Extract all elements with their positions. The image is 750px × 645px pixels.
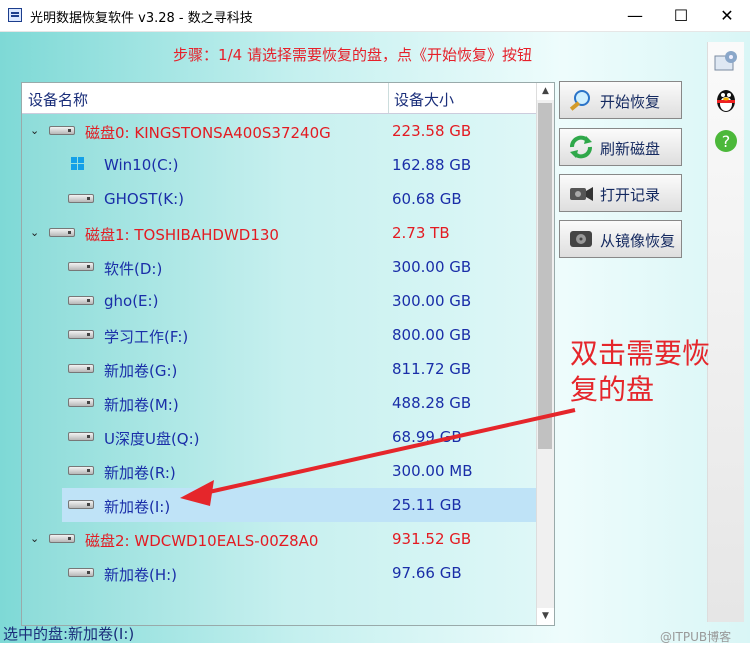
annotation-text: 双击需要恢复的盘 <box>570 337 711 406</box>
annotation-arrow <box>180 408 576 506</box>
